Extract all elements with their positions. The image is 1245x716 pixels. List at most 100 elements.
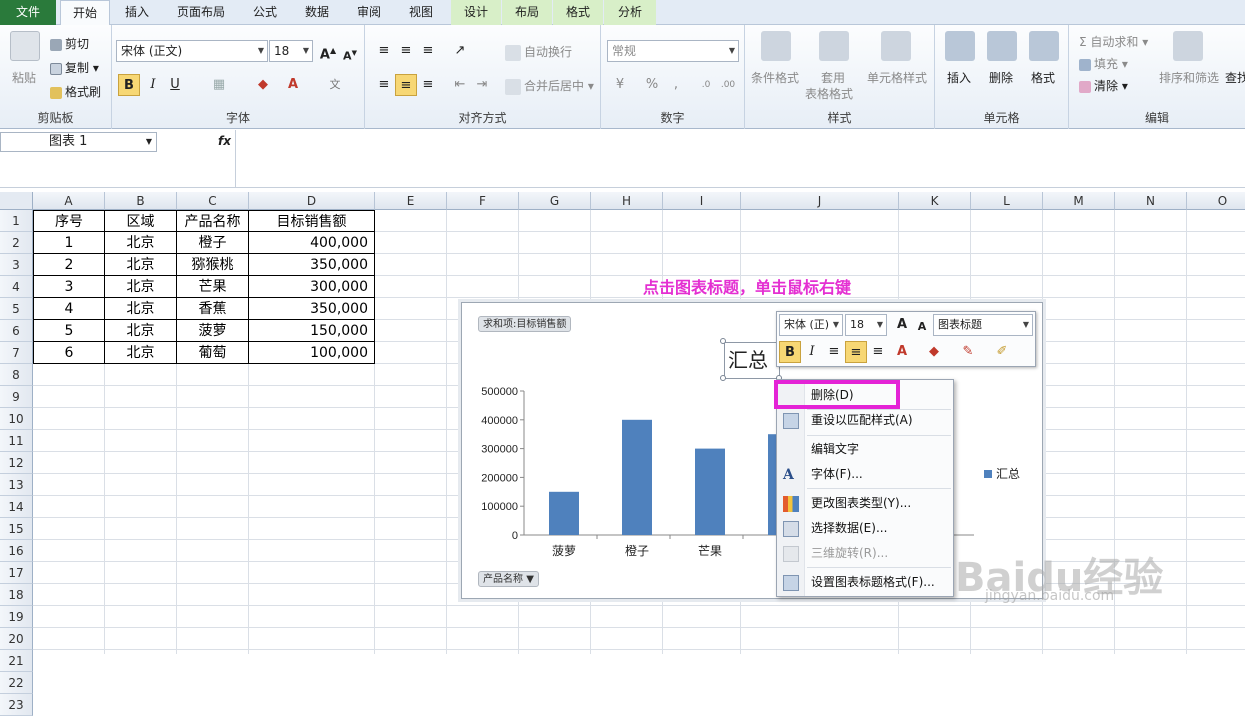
column-header-g[interactable]: G (519, 192, 591, 210)
conditional-format-button[interactable]: 条件格式 (751, 69, 799, 86)
align-right-icon[interactable]: ≡ (417, 74, 439, 96)
mini-align-right-icon[interactable]: ≡ (867, 341, 889, 363)
tab-home[interactable]: 开始 (60, 0, 110, 26)
chart-legend[interactable]: 汇总 (984, 465, 1020, 482)
table-header-cell[interactable]: 产品名称 (177, 210, 249, 232)
paste-button[interactable]: 粘贴 (12, 69, 36, 86)
column-header-e[interactable]: E (375, 192, 447, 210)
name-box[interactable]: 图表 1 ▼ (0, 132, 157, 152)
row-header-17[interactable]: 17 (0, 562, 33, 584)
column-header-j[interactable]: J (741, 192, 899, 210)
select-all-corner[interactable] (0, 192, 33, 210)
menu-item-font[interactable]: A 字体(F)... (777, 462, 953, 487)
table-cell[interactable]: 猕猴桃 (177, 254, 249, 276)
shrink-font-icon[interactable]: A▼ (339, 42, 361, 64)
mini-style-select[interactable]: 图表标题 ▼ (933, 314, 1033, 336)
table-cell[interactable]: 1 (33, 232, 105, 254)
mini-bold-button[interactable]: B (779, 341, 801, 363)
table-cell[interactable]: 北京 (105, 298, 177, 320)
column-header-i[interactable]: I (663, 192, 741, 210)
column-header-h[interactable]: H (591, 192, 663, 210)
cell-styles-button[interactable]: 单元格样式 (867, 69, 927, 86)
column-header-m[interactable]: M (1043, 192, 1115, 210)
mini-fill-icon[interactable]: ◆ (923, 341, 945, 363)
find-select-button[interactable]: 查找 (1225, 69, 1245, 86)
increase-decimal-icon[interactable]: .0 (695, 74, 717, 96)
row-header-23[interactable]: 23 (0, 694, 33, 716)
table-cell[interactable]: 3 (33, 276, 105, 298)
mini-align-left-icon[interactable]: ≡ (823, 341, 845, 363)
mini-outline-icon[interactable]: ✎ (957, 341, 979, 363)
align-center-icon[interactable]: ≡ (395, 74, 417, 96)
row-header-15[interactable]: 15 (0, 518, 33, 540)
row-header-18[interactable]: 18 (0, 584, 33, 606)
column-header-c[interactable]: C (177, 192, 249, 210)
column-header-f[interactable]: F (447, 192, 519, 210)
number-format-select[interactable]: 常规 ▼ (607, 40, 739, 62)
menu-item-format-title[interactable]: 设置图表标题格式(F)... (777, 570, 953, 595)
table-format-button[interactable]: 表格格式 (805, 85, 853, 102)
table-cell[interactable]: 150,000 (249, 320, 375, 342)
font-size-select[interactable]: 18 ▼ (269, 40, 313, 62)
table-cell[interactable]: 2 (33, 254, 105, 276)
chart-title[interactable]: 汇总 (724, 342, 780, 379)
mini-size-select[interactable]: 18 ▼ (845, 314, 887, 336)
column-header-d[interactable]: D (249, 192, 375, 210)
row-header-6[interactable]: 6 (0, 320, 33, 342)
table-cell[interactable]: 4 (33, 298, 105, 320)
clear-button[interactable]: 清除 ▾ (1079, 77, 1128, 94)
row-header-16[interactable]: 16 (0, 540, 33, 562)
row-header-8[interactable]: 8 (0, 364, 33, 386)
underline-button[interactable]: U (164, 74, 186, 96)
align-middle-icon[interactable]: ≡ (395, 40, 417, 62)
mini-format-painter-icon[interactable]: ✐ (991, 341, 1013, 363)
orientation-icon[interactable]: ↗ (449, 40, 471, 62)
font-name-select[interactable]: 宋体 (正文) ▼ (116, 40, 268, 62)
table-cell[interactable]: 100,000 (249, 342, 375, 364)
cut-button[interactable]: 剪切 (50, 35, 89, 52)
border-icon[interactable]: ▦ (208, 74, 230, 96)
table-cell[interactable]: 芒果 (177, 276, 249, 298)
table-cell[interactable]: 5 (33, 320, 105, 342)
menu-item-reset-style[interactable]: 重设以匹配样式(A) (777, 408, 953, 433)
insert-cells-button[interactable]: 插入 (947, 69, 971, 86)
align-top-icon[interactable]: ≡ (373, 40, 395, 62)
column-header-a[interactable]: A (33, 192, 105, 210)
table-cell[interactable]: 北京 (105, 254, 177, 276)
decrease-indent-icon[interactable]: ⇤ (449, 74, 471, 96)
row-header-12[interactable]: 12 (0, 452, 33, 474)
format-cells-button[interactable]: 格式 (1031, 69, 1055, 86)
mini-italic-button[interactable]: I (801, 341, 823, 363)
delete-cells-button[interactable]: 删除 (989, 69, 1013, 86)
row-header-3[interactable]: 3 (0, 254, 33, 276)
title-handle-bottom-left[interactable] (720, 375, 726, 381)
tab-data[interactable]: 数据 (294, 0, 340, 25)
mini-font-select[interactable]: 宋体 (正) ▼ (779, 314, 843, 336)
tab-page-layout[interactable]: 页面布局 (165, 0, 237, 25)
row-header-10[interactable]: 10 (0, 408, 33, 430)
tab-format[interactable]: 格式 (553, 0, 603, 25)
bold-button[interactable]: B (118, 74, 140, 96)
row-header-7[interactable]: 7 (0, 342, 33, 364)
formula-input[interactable] (235, 130, 1245, 188)
table-cell[interactable]: 北京 (105, 320, 177, 342)
title-handle-top-left[interactable] (720, 338, 726, 344)
row-header-14[interactable]: 14 (0, 496, 33, 518)
tab-view[interactable]: 视图 (398, 0, 444, 25)
pivot-axis-field-button[interactable]: 产品名称 ▼ (478, 571, 539, 587)
column-header-l[interactable]: L (971, 192, 1043, 210)
table-cell[interactable]: 香蕉 (177, 298, 249, 320)
increase-indent-icon[interactable]: ⇥ (471, 74, 493, 96)
row-header-22[interactable]: 22 (0, 672, 33, 694)
row-header-2[interactable]: 2 (0, 232, 33, 254)
menu-item-select-data[interactable]: 选择数据(E)... (777, 516, 953, 541)
wrap-text-button[interactable]: 自动换行 (505, 43, 572, 61)
format-painter-button[interactable]: 格式刷 (50, 83, 101, 100)
row-header-20[interactable]: 20 (0, 628, 33, 650)
tab-file[interactable]: 文件 (0, 0, 56, 25)
font-color-icon[interactable]: A (282, 74, 304, 96)
copy-button[interactable]: 复制 ▾ (50, 59, 99, 76)
row-header-5[interactable]: 5 (0, 298, 33, 320)
row-header-19[interactable]: 19 (0, 606, 33, 628)
row-header-11[interactable]: 11 (0, 430, 33, 452)
